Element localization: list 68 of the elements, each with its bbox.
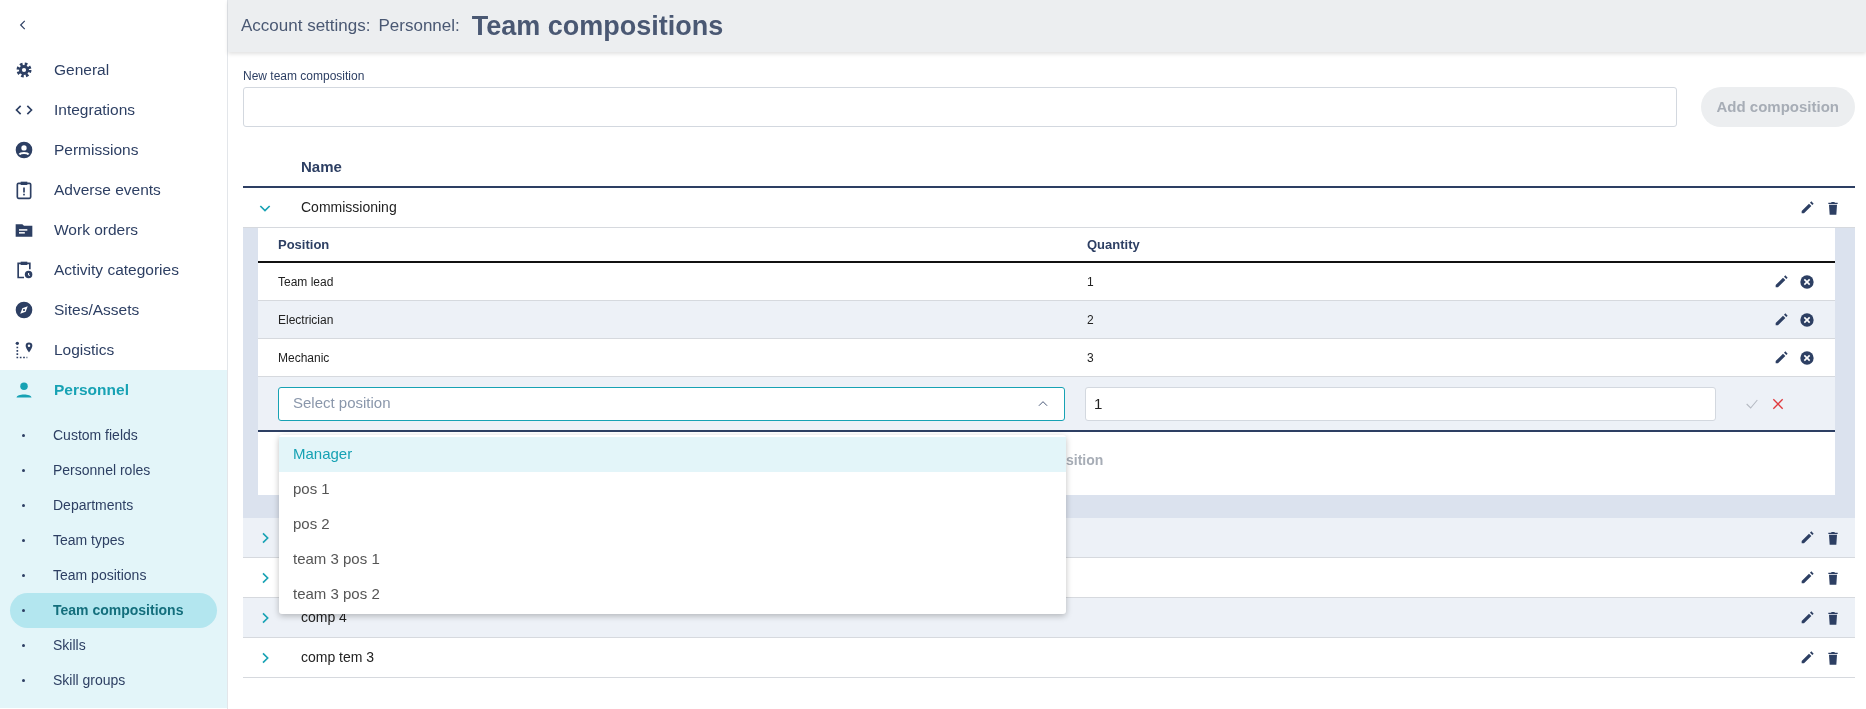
gear-icon — [14, 60, 34, 80]
sidebar-subitem[interactable]: Team positions — [10, 558, 217, 593]
edit-icon[interactable] — [1799, 199, 1815, 216]
breadcrumb: Personnel: — [378, 15, 460, 38]
edit-icon[interactable] — [1773, 311, 1789, 328]
composition-name: Commissioning — [301, 199, 397, 215]
composition-name: comp tem 3 — [301, 649, 375, 665]
person-icon — [14, 380, 34, 400]
sidebar-item[interactable]: Activity categories — [0, 250, 227, 290]
delete-icon[interactable] — [1825, 529, 1841, 546]
delete-icon[interactable] — [1825, 199, 1841, 216]
position-name: Team lead — [278, 274, 334, 289]
remove-icon[interactable] — [1799, 349, 1815, 366]
quantity-value: 1 — [1087, 274, 1094, 289]
dropdown-option[interactable]: team 3 pos 2 — [279, 576, 1066, 612]
clipboard-clock-icon — [14, 260, 34, 280]
sidebar-subitem[interactable]: Personnel roles — [10, 453, 217, 488]
column-header: Name — [301, 156, 342, 177]
position-name: Electrician — [278, 312, 334, 327]
sidebar-item[interactable]: Sites/Assets — [0, 290, 227, 330]
bullet-icon — [22, 434, 25, 437]
bullet-icon — [22, 539, 25, 542]
sidebar-subitem[interactable]: Custom fields — [10, 418, 217, 453]
bullet-icon — [22, 609, 25, 612]
delete-icon[interactable] — [1825, 609, 1841, 626]
composition-name-field[interactable] — [243, 87, 1677, 127]
edit-icon[interactable] — [1799, 529, 1815, 546]
dropdown-option[interactable]: team 3 pos 1 — [279, 541, 1066, 577]
quantity-value: 2 — [1087, 312, 1094, 327]
delete-icon[interactable] — [1825, 569, 1841, 586]
remove-icon[interactable] — [1799, 311, 1815, 328]
route-icon — [14, 340, 34, 360]
quantity-value: 3 — [1087, 350, 1094, 365]
column-header: Position — [278, 236, 330, 252]
edit-icon[interactable] — [1799, 649, 1815, 666]
sidebar-item[interactable]: Permissions — [0, 130, 227, 170]
sidebar-item[interactable]: Logistics — [0, 330, 227, 370]
dropdown-option[interactable]: pos 2 — [279, 506, 1066, 542]
sidebar-item[interactable]: General — [0, 50, 227, 90]
sidebar-subitem[interactable]: Skill groups — [10, 663, 217, 698]
column-header: Quantity — [1087, 236, 1140, 252]
breadcrumb: Account settings: — [241, 15, 371, 38]
field-label: New team composition — [243, 68, 366, 85]
delete-icon[interactable] — [1825, 649, 1841, 666]
clipboard-alert-icon — [14, 180, 34, 200]
edit-icon[interactable] — [1773, 273, 1789, 290]
compass-icon — [14, 300, 34, 320]
edit-icon[interactable] — [1799, 569, 1815, 586]
sidebar-subitem[interactable]: Team types — [10, 523, 217, 558]
sidebar-item[interactable]: Adverse events — [0, 170, 227, 210]
page-title: Team compositions — [471, 9, 724, 43]
sidebar-subitem[interactable]: Skills — [10, 628, 217, 663]
account-icon — [14, 140, 34, 160]
bullet-icon — [22, 644, 25, 647]
quantity-field[interactable]: 1 — [1085, 386, 1716, 421]
sidebar-item[interactable]: Integrations — [0, 90, 227, 130]
edit-icon[interactable] — [1773, 349, 1789, 366]
sidebar-subitem[interactable]: Departments — [10, 488, 217, 523]
remove-icon[interactable] — [1799, 273, 1815, 290]
edit-icon[interactable] — [1799, 609, 1815, 626]
bullet-icon — [22, 504, 25, 507]
bullet-icon — [22, 679, 25, 682]
bullet-icon — [22, 574, 25, 577]
sidebar-subitem[interactable]: Team compositions — [10, 593, 217, 628]
bullet-icon — [22, 469, 25, 472]
dropdown-option[interactable]: pos 1 — [279, 471, 1066, 507]
sidebar-item[interactable]: Work orders — [0, 210, 227, 250]
position-name: Mechanic — [278, 350, 330, 365]
